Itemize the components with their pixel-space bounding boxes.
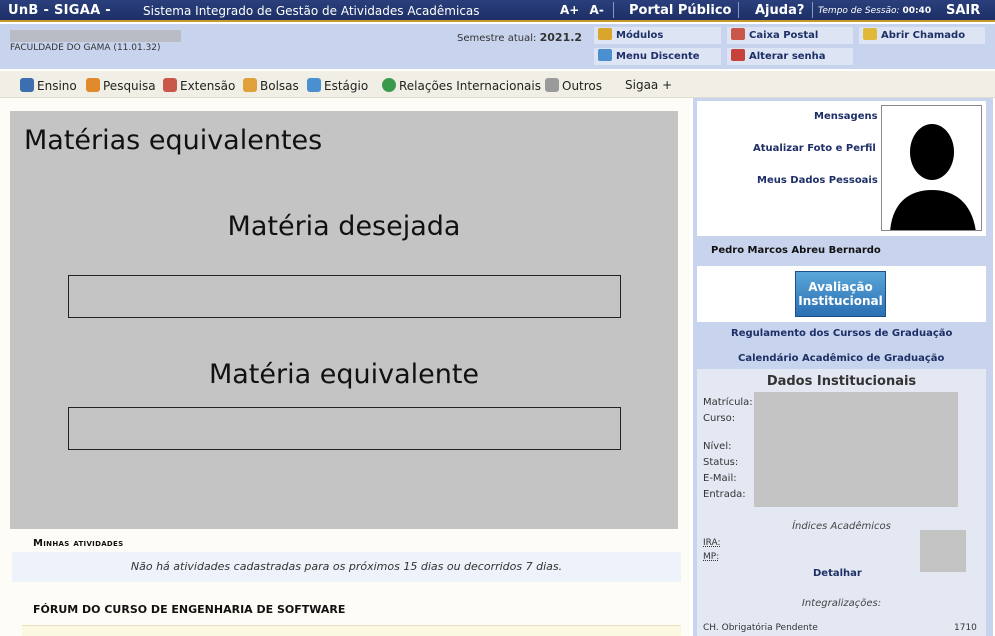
avaliacao-line2: Institucional	[798, 294, 883, 308]
user-key-icon	[731, 49, 745, 61]
session-timer: Tempo de Sessão: 00:40	[818, 6, 931, 16]
meus-dados-link[interactable]: Meus Dados Pessoais	[757, 175, 878, 186]
nivel-label: Nível:	[703, 441, 732, 452]
menu-discente-label: Menu Discente	[616, 51, 700, 62]
menu-extensao-label: Extensão	[180, 79, 236, 93]
semester-value: 2021.2	[539, 31, 583, 44]
menu-estagio-label: Estágio	[324, 79, 369, 93]
user-name: Pedro Marcos Abreu Bernardo	[711, 245, 881, 256]
brand-title[interactable]: UnB - SIGAA -	[8, 3, 111, 18]
menu-outros-label: Outros	[562, 79, 603, 93]
forum-title: FÓRUM DO CURSO DE ENGENHARIA DE SOFTWARE	[33, 603, 346, 616]
avatar-silhouette-icon	[882, 106, 981, 230]
equivalent-subjects-panel: Matérias equivalentes Matéria desejada M…	[10, 111, 678, 529]
cube-icon	[598, 28, 612, 40]
current-semester: Semestre atual: 2021.2	[457, 31, 582, 44]
unit-name: FACULDADE DO GAMA (11.01.32)	[10, 43, 161, 53]
printer-icon	[545, 78, 559, 92]
divider	[613, 2, 614, 18]
mp-label: MP:	[703, 552, 720, 562]
globe-icon	[382, 78, 396, 92]
ira-label: IRA:	[703, 538, 721, 548]
curso-label: Curso:	[703, 413, 736, 424]
regulamento-link[interactable]: Regulamento dos Cursos de Graduação	[731, 328, 952, 339]
ch-obrigatoria-value: 1710	[954, 623, 977, 633]
forum-list	[22, 625, 681, 636]
menu-bolsas[interactable]: Bolsas	[243, 78, 299, 93]
menu-extensao[interactable]: Extensão	[163, 78, 235, 93]
abrir-chamado-button[interactable]: Abrir Chamado	[859, 27, 985, 44]
desired-subject-label: Matéria desejada	[227, 211, 461, 242]
menu-ensino[interactable]: Ensino	[20, 78, 77, 93]
menu-arrow-icon	[598, 49, 612, 61]
menu-ensino-label: Ensino	[37, 79, 77, 93]
ticket-icon	[863, 28, 877, 40]
activities-title: Minhas atividades	[33, 538, 124, 549]
equivalent-subject-label: Matéria equivalente	[208, 359, 480, 390]
caixa-postal-button[interactable]: Caixa Postal	[727, 27, 853, 44]
person-icon	[243, 78, 257, 92]
font-size-controls: A+ A-	[560, 3, 610, 17]
integralizacoes-title: Integralizações:	[801, 598, 882, 609]
handshake-icon	[163, 78, 177, 92]
divider	[738, 2, 739, 18]
caixa-postal-label: Caixa Postal	[749, 30, 819, 41]
font-decrease-button[interactable]: A-	[590, 3, 604, 17]
menu-pesquisa[interactable]: Pesquisa	[86, 78, 156, 93]
email-label: E-Mail:	[703, 473, 737, 484]
modulos-label: Módulos	[616, 30, 664, 41]
mensagens-link[interactable]: Mensagens	[814, 111, 878, 122]
redacted-block	[920, 530, 966, 572]
top-bar: UnB - SIGAA - Sistema Integrado de Gestã…	[0, 0, 995, 22]
alterar-senha-label: Alterar senha	[749, 51, 826, 62]
session-label: Tempo de Sessão:	[818, 6, 900, 16]
menu-relacoes-label: Relações Internacionais	[399, 79, 541, 93]
semester-label: Semestre atual:	[457, 33, 537, 44]
id-card-icon	[307, 78, 321, 92]
system-title: Sistema Integrado de Gestão de Atividade…	[143, 4, 480, 18]
divider	[812, 2, 813, 18]
dados-title: Dados Institucionais	[766, 374, 917, 389]
avaliacao-institucional-button[interactable]: Avaliação Institucional	[795, 271, 886, 317]
ch-obrigatoria-label: CH. Obrigatória Pendente	[703, 623, 818, 633]
font-increase-button[interactable]: A+	[560, 3, 579, 17]
status-label: Status:	[703, 457, 739, 468]
redacted-block	[10, 30, 181, 42]
session-time: 00:40	[902, 6, 932, 16]
menu-relacoes[interactable]: Relações Internacionais	[382, 78, 541, 93]
menu-sigaa-plus[interactable]: Sigaa +	[625, 78, 672, 92]
main-menu: Ensino Pesquisa Extensão Bolsas Estágio …	[0, 71, 995, 98]
calendario-link[interactable]: Calendário Acadêmico de Graduação	[738, 353, 944, 364]
menu-estagio[interactable]: Estágio	[307, 78, 368, 93]
menu-discente-button[interactable]: Menu Discente	[594, 48, 721, 65]
mailbox-icon	[731, 28, 745, 40]
avatar	[881, 105, 982, 231]
activities-empty-message: Não há atividades cadastradas para os pr…	[12, 552, 681, 582]
detalhar-link[interactable]: Detalhar	[813, 568, 862, 579]
abrir-chamado-label: Abrir Chamado	[881, 30, 966, 41]
avaliacao-line1: Avaliação	[808, 280, 873, 294]
portal-publico-link[interactable]: Portal Público	[629, 3, 731, 18]
alterar-senha-button[interactable]: Alterar senha	[727, 48, 853, 65]
redacted-block	[754, 392, 958, 507]
equivalent-subject-input[interactable]	[68, 407, 621, 450]
desired-subject-input[interactable]	[68, 275, 621, 318]
menu-bolsas-label: Bolsas	[260, 79, 299, 93]
ajuda-link[interactable]: Ajuda?	[755, 3, 804, 18]
matricula-label: Matrícula:	[703, 397, 753, 408]
flask-icon	[86, 78, 100, 92]
entrada-label: Entrada:	[703, 489, 746, 500]
institutional-data: Dados Institucionais Matrícula: Curso: N…	[697, 369, 986, 636]
menu-outros[interactable]: Outros	[545, 78, 602, 93]
atualizar-foto-link[interactable]: Atualizar Foto e Perfil	[753, 143, 876, 154]
panel-title: Matérias equivalentes	[24, 125, 323, 156]
books-icon	[20, 78, 34, 92]
menu-pesquisa-label: Pesquisa	[103, 79, 156, 93]
logout-button[interactable]: SAIR	[946, 3, 980, 18]
modulos-button[interactable]: Módulos	[594, 27, 721, 44]
